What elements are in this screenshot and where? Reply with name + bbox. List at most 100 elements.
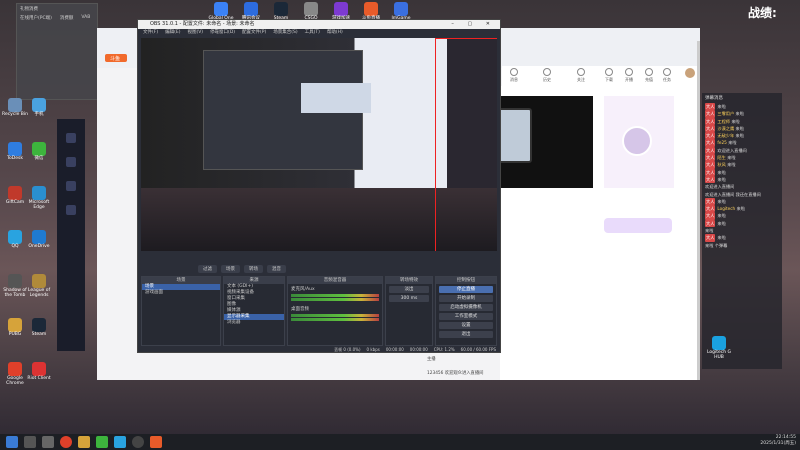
nav-live[interactable]: 开播 — [622, 68, 636, 83]
nav-history[interactable]: 历史 — [540, 68, 554, 83]
desktop-icon[interactable]: League of Legends — [26, 274, 52, 299]
douyu-icon[interactable] — [150, 436, 162, 448]
desktop-icon[interactable]: PUBG — [2, 318, 28, 338]
control-button[interactable]: 停止直播 — [439, 286, 493, 293]
obs-menu-item[interactable]: 场景集合(S) — [273, 29, 297, 37]
nav-download[interactable]: 下载 — [602, 68, 616, 83]
assistant-item-2[interactable] — [57, 157, 85, 167]
obs-icon[interactable] — [132, 436, 144, 448]
danmaku-panel[interactable]: 弹幕消息 大人 来啦 大人 三零用户 来啦 大人 工程师 来啦 大人 沙漠之鹰 来啦 大人 无敌少… — [702, 93, 782, 369]
danmaku-user[interactable]: Logitech — [717, 206, 735, 211]
chrome-icon[interactable] — [60, 436, 72, 448]
system-clock[interactable]: 22:14:55 2025/1/31(周五) — [760, 435, 796, 448]
obs-menu-item[interactable]: 配置文件(P) — [242, 29, 266, 37]
dock-tab[interactable]: 混音 — [267, 265, 286, 273]
control-button[interactable]: 退出 — [439, 331, 493, 338]
transitions-dock[interactable]: 转场特效 淡出 300 ms — [385, 276, 433, 346]
danmaku-user[interactable]: 无敌少年 — [717, 133, 734, 138]
control-button[interactable]: 工作室模式 — [439, 313, 493, 320]
scenes-dock[interactable]: 场景 场景 游戏画面 — [141, 276, 221, 346]
task-view-icon[interactable] — [42, 436, 54, 448]
desktop-icon-label: Steam — [31, 332, 47, 337]
anchor-side-panel — [604, 96, 674, 188]
danmaku-user[interactable]: 陌生 — [717, 155, 725, 160]
widget-tab-spend[interactable]: 消费额 — [60, 15, 74, 21]
dock-tab[interactable]: 转场 — [244, 265, 263, 273]
assistant-item-3[interactable] — [57, 181, 85, 191]
assistant-item-4[interactable] — [57, 205, 85, 215]
desktop-icon[interactable]: Microsoft Edge — [26, 186, 52, 211]
dock-tab[interactable]: 场景 — [221, 265, 240, 273]
desktop-icon[interactable]: ToDesk — [2, 142, 28, 162]
desktop-icon[interactable]: Riot Client — [26, 362, 52, 382]
app-icon — [364, 2, 378, 16]
user-avatar[interactable] — [685, 68, 695, 78]
logitech-desktop-icon[interactable]: Logitech G HUB — [706, 336, 732, 361]
obs-menu-item[interactable]: 停靠窗口(D) — [210, 29, 235, 37]
audio-mixer-dock[interactable]: 音频混音器 麦克风/Aux 桌面音频 — [287, 276, 383, 346]
danmaku-text: 来啦 — [705, 228, 714, 234]
danmaku-line: 大人 无敌少年 来啦 — [702, 132, 782, 140]
danmaku-line: 大人 fe25 来啦 — [702, 139, 782, 147]
nav-follow[interactable]: 关注 — [574, 68, 588, 83]
obs-preview[interactable] — [141, 38, 497, 251]
level-badge: 大人 — [705, 132, 716, 140]
desktop-icon[interactable]: OneDrive — [26, 230, 52, 250]
assistant-sidebar[interactable] — [57, 119, 85, 351]
control-button[interactable]: 开始录制 — [439, 295, 493, 302]
nav-message[interactable]: 消息 — [507, 68, 521, 83]
gift-stats-widget[interactable]: 礼物消费 在线用户(PC端) 消费额 VAB — [16, 3, 98, 100]
source-item[interactable]: 浏览器 — [224, 320, 284, 326]
obs-menu-item[interactable]: 帮助(H) — [327, 29, 343, 37]
start-icon[interactable] — [6, 436, 18, 448]
nav-recharge[interactable]: 充值 — [642, 68, 656, 83]
wechat-icon[interactable] — [96, 436, 108, 448]
search-icon[interactable] — [24, 436, 36, 448]
obs-menu-item[interactable]: 编辑(E) — [165, 29, 180, 37]
assistant-item-1[interactable] — [57, 133, 85, 143]
danmaku-user[interactable]: 秋风 — [717, 162, 725, 167]
dock-tab[interactable]: 过滤 — [198, 265, 217, 273]
widget-tabs[interactable]: 在线用户(PC端) 消费额 VAB — [17, 14, 97, 22]
widget-tab-online[interactable]: 在线用户(PC端) — [20, 15, 52, 21]
obs-menu-item[interactable]: 文件(F) — [143, 29, 158, 37]
transition-select[interactable]: 淡出 — [389, 286, 429, 293]
obs-menu-item[interactable]: 视图(V) — [187, 29, 203, 37]
app-icon — [8, 186, 22, 200]
folder-icon[interactable] — [78, 436, 90, 448]
qq-icon[interactable] — [114, 436, 126, 448]
danmaku-user[interactable]: 三零用户 — [717, 111, 734, 116]
desktop-icon[interactable]: Shadow of the Tomb — [2, 274, 28, 299]
scene-item[interactable]: 游戏画面 — [142, 290, 220, 296]
recharge-icon — [645, 68, 653, 76]
widget-tab-vab[interactable]: VAB — [81, 15, 90, 21]
browser-scrollbar[interactable] — [697, 41, 700, 380]
desktop-icon-label: PUBG — [8, 332, 22, 337]
control-button[interactable]: 设置 — [439, 322, 493, 329]
level-badge: 大人 — [705, 146, 716, 155]
controls-dock[interactable]: 控制按钮 停止直播 开始录制 启动虚拟摄像机 工作室模式 设置 退出 — [435, 276, 497, 346]
desktop-icon[interactable]: Google Chrome — [2, 362, 28, 387]
desktop-icon[interactable]: QQ — [2, 230, 28, 250]
obs-dock-tabs[interactable]: 过滤 场景 转场 混音 — [198, 265, 286, 273]
nav-task[interactable]: 任务 — [660, 68, 674, 83]
danmaku-user[interactable]: 工程师 — [717, 119, 730, 124]
desktop-icon[interactable]: Steam — [26, 318, 52, 338]
taskbar: 22:14:55 2025/1/31(周五) — [0, 434, 800, 450]
transition-duration[interactable]: 300 ms — [389, 295, 429, 302]
desktop-icon[interactable]: 微信 — [26, 142, 52, 162]
window-controls[interactable]: – ▢ ✕ — [451, 20, 496, 29]
desktop-icon[interactable]: GiftCam — [2, 186, 28, 206]
desktop-icon[interactable]: 手机 — [26, 98, 52, 118]
app-icon — [8, 142, 22, 156]
obs-menu-item[interactable]: 工具(T) — [305, 29, 320, 37]
obs-window[interactable]: OBS 31.0.1 - 配置文件: 未命名 - 场景: 未命名 – ▢ ✕ 文… — [137, 19, 501, 353]
danmaku-text: 来啦 — [736, 206, 745, 212]
control-button[interactable]: 启动虚拟摄像机 — [439, 304, 493, 311]
gift-banner[interactable] — [604, 218, 672, 233]
danmaku-user[interactable]: 沙漠之鹰 — [717, 126, 734, 131]
mixer-channel-name: 桌面音频 — [291, 307, 309, 312]
desktop-icon[interactable]: Recycle Bin — [2, 98, 28, 118]
danmaku-user[interactable]: fe25 — [717, 140, 726, 145]
sources-dock[interactable]: 来源 文本 (GDI+) 视频采集设备 窗口采集 图像 媒体源 显示器采集 浏览器 — [223, 276, 285, 346]
